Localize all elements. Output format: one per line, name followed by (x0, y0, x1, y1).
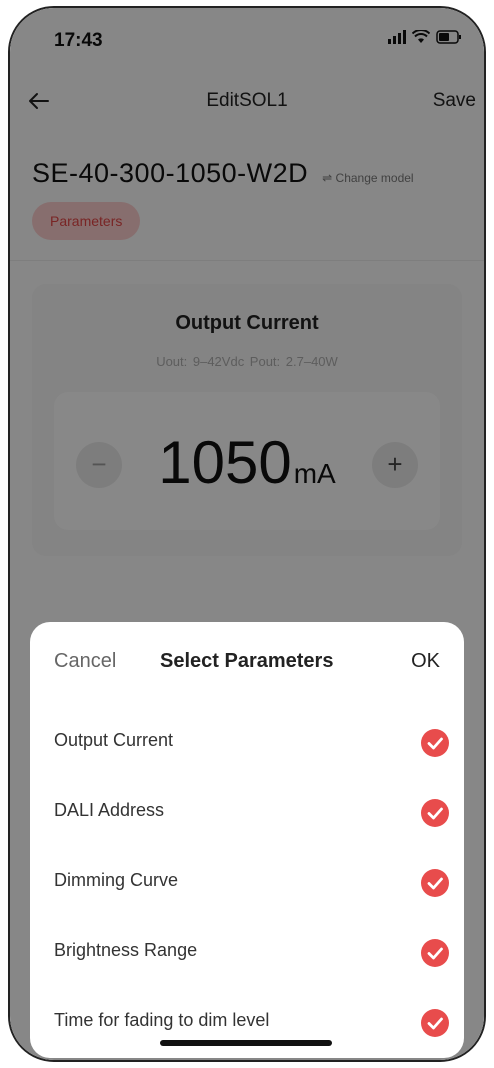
parameter-label: DALI Address (54, 800, 165, 820)
parameter-label: Time for fading to dim level (54, 1010, 270, 1030)
parameter-item-dimming-curve[interactable]: Dimming Curve (30, 862, 464, 902)
parameter-item-brightness-range[interactable]: Brightness Range (30, 932, 464, 972)
ok-button[interactable]: OK (411, 650, 440, 673)
parameter-item-output-current[interactable]: Output Current (30, 722, 464, 762)
checkmark-icon[interactable] (420, 938, 450, 968)
checkmark-icon[interactable] (420, 728, 450, 758)
phone-frame: 17:43 EditSOL1 Save SE-40-300-1050-W2D ⇌… (8, 6, 486, 1062)
sheet-title: Select Parameters (160, 650, 334, 672)
parameter-label: Brightness Range (54, 940, 198, 960)
parameter-label: Output Current (54, 730, 174, 750)
cancel-button[interactable]: Cancel (54, 650, 116, 673)
select-parameters-sheet: Cancel Select Parameters OK Output Curre… (30, 622, 464, 1058)
sheet-header: Cancel Select Parameters OK (30, 648, 464, 682)
checkmark-icon[interactable] (420, 1008, 450, 1038)
checkmark-icon[interactable] (420, 868, 450, 898)
parameter-label: Dimming Curve (54, 870, 179, 890)
parameter-item-fade-time[interactable]: Time for fading to dim level (30, 1002, 464, 1042)
parameter-item-dali-address[interactable]: DALI Address (30, 792, 464, 832)
checkmark-icon[interactable] (420, 798, 450, 828)
home-indicator[interactable] (160, 1040, 332, 1046)
screen: 17:43 EditSOL1 Save SE-40-300-1050-W2D ⇌… (10, 8, 484, 1060)
